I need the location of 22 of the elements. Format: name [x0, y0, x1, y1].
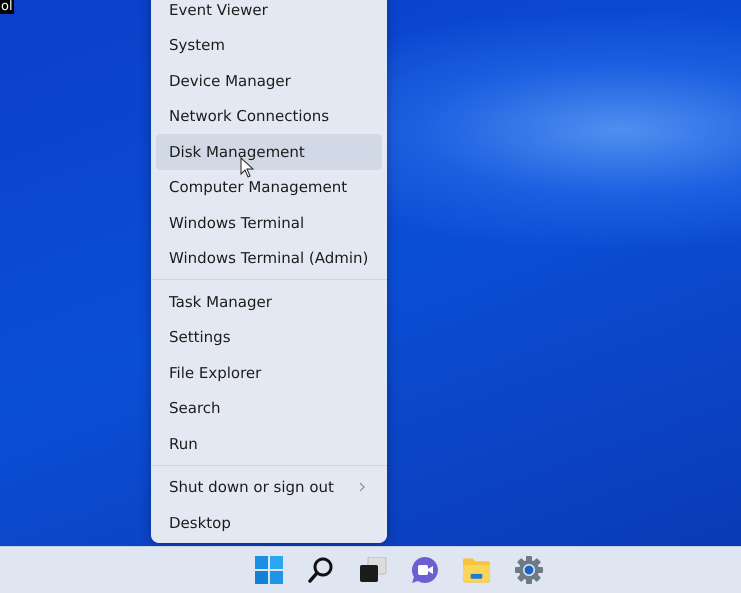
menu-item[interactable]: Windows Terminal (Admin): [156, 240, 382, 276]
menu-item[interactable]: Task Manager: [156, 284, 382, 320]
menu-item[interactable]: Run: [156, 426, 382, 462]
menu-item[interactable]: File Explorer: [156, 355, 382, 390]
menu-item[interactable]: Disk Management: [156, 134, 382, 170]
menu-item[interactable]: Desktop: [156, 505, 382, 540]
chevron-right-icon: [359, 482, 365, 492]
chat-icon[interactable]: [410, 556, 438, 584]
menu-item[interactable]: Windows Terminal: [156, 205, 382, 240]
menu-item[interactable]: Event Viewer: [156, 0, 382, 28]
search-icon[interactable]: [308, 557, 334, 583]
menu-item[interactable]: System: [156, 28, 382, 63]
menu-item[interactable]: Computer Management: [156, 170, 382, 205]
start-icon[interactable]: [254, 556, 282, 584]
menu-item[interactable]: Device Manager: [156, 63, 382, 98]
task-view-icon[interactable]: [358, 557, 386, 583]
menu-item[interactable]: Search: [156, 390, 382, 426]
menu-item[interactable]: Network Connections: [156, 98, 382, 134]
desktop-icon-label: ol: [0, 0, 14, 14]
folder-icon[interactable]: [462, 557, 491, 583]
menu-item[interactable]: Shut down or sign out: [156, 470, 382, 505]
menu-item[interactable]: Settings: [156, 320, 382, 355]
